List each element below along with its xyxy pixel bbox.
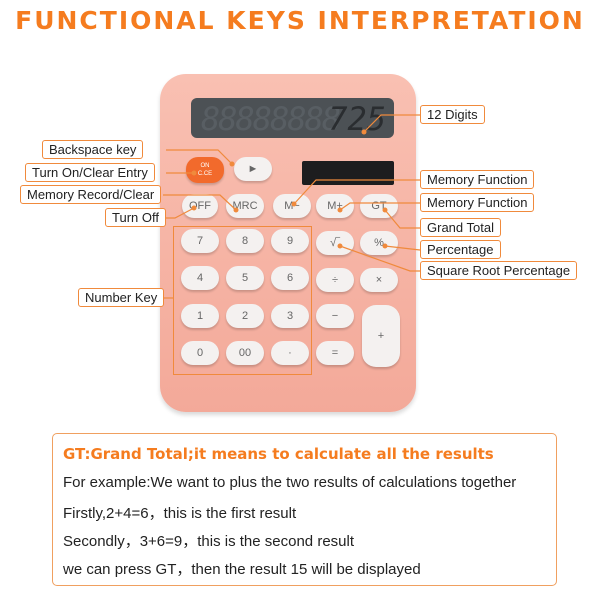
gt-explanation-box: GT:Grand Total;it means to calculate all…: [52, 433, 557, 586]
label-number-key: Number Key: [78, 288, 165, 307]
label-percentage: Percentage: [420, 240, 501, 259]
info-line: Firstly,2+4=6，this is the first result: [63, 505, 297, 522]
label-sqrt-percentage: Square Root Percentage: [420, 261, 578, 280]
label-memory-function-1: Memory Function: [420, 170, 535, 189]
label-memory-record: Memory Record/Clear: [20, 185, 162, 204]
gt-heading: GT:Grand Total;it means to calculate all…: [63, 445, 494, 463]
info-line: For example:We want to plus the two resu…: [63, 474, 517, 491]
label-turn-on: Turn On/Clear Entry: [25, 163, 155, 182]
label-12-digits: 12 Digits: [420, 105, 485, 124]
label-turn-off: Turn Off: [105, 208, 166, 227]
label-backspace-key: Backspace key: [42, 140, 144, 159]
label-memory-function-2: Memory Function: [420, 193, 535, 212]
info-line: we can press GT，then the result 15 will …: [63, 561, 421, 578]
info-line: Secondly，3+6=9，this is the second result: [63, 533, 354, 550]
label-grand-total: Grand Total: [420, 218, 501, 237]
